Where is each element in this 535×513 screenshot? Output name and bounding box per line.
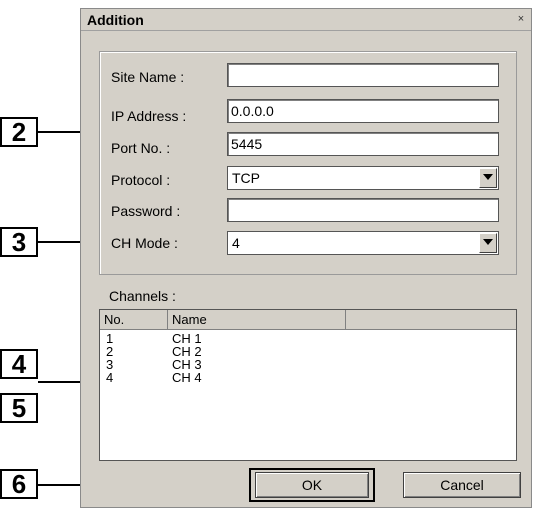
list-item[interactable]: 3 CH 3 (100, 358, 516, 371)
ch-mode-label: CH Mode : (111, 235, 178, 251)
ch-mode-value: 4 (232, 235, 240, 251)
password-label: Password : (111, 203, 181, 219)
cancel-button[interactable]: Cancel (403, 472, 521, 498)
chevron-down-icon (483, 174, 493, 180)
callout-4: 4 (0, 349, 38, 379)
title-bar: Addition × (81, 9, 531, 31)
list-item[interactable]: 2 CH 2 (100, 345, 516, 358)
addition-dialog: Addition × Site Name : IP Address : 0.0.… (80, 8, 532, 508)
dialog-title: Addition (87, 12, 144, 28)
ip-address-input[interactable]: 0.0.0.0 (227, 99, 499, 123)
callout-3: 3 (0, 227, 38, 257)
column-header-no[interactable]: No. (100, 310, 168, 329)
password-input[interactable] (227, 198, 499, 222)
list-item[interactable]: 4 CH 4 (100, 371, 516, 384)
port-no-input[interactable]: 5445 (227, 132, 499, 156)
protocol-label: Protocol : (111, 172, 171, 188)
channels-label: Channels : (109, 288, 176, 304)
column-header-name[interactable]: Name (168, 310, 346, 329)
site-name-label: Site Name : (111, 69, 185, 85)
ip-address-label: IP Address : (111, 108, 187, 124)
site-name-input[interactable] (227, 63, 499, 87)
channels-list-header: No. Name (100, 310, 516, 330)
channel-name: CH 4 (172, 370, 202, 385)
port-no-label: Port No. : (111, 140, 171, 156)
callout-2: 2 (0, 117, 38, 147)
callout-5: 5 (0, 393, 38, 423)
channels-list[interactable]: No. Name 1 CH 1 2 CH 2 3 CH 3 4 CH 4 (99, 309, 517, 461)
callout-6: 6 (0, 469, 38, 499)
chevron-down-icon (483, 239, 493, 245)
ok-button[interactable]: OK (255, 472, 369, 498)
protocol-dropdown-button[interactable] (479, 168, 497, 188)
ch-mode-dropdown-button[interactable] (479, 233, 497, 253)
ch-mode-select[interactable]: 4 (227, 231, 499, 255)
protocol-select[interactable]: TCP (227, 166, 499, 190)
channel-no: 4 (106, 370, 114, 385)
close-icon[interactable]: × (515, 13, 527, 25)
list-item[interactable]: 1 CH 1 (100, 332, 516, 345)
protocol-value: TCP (232, 170, 260, 186)
